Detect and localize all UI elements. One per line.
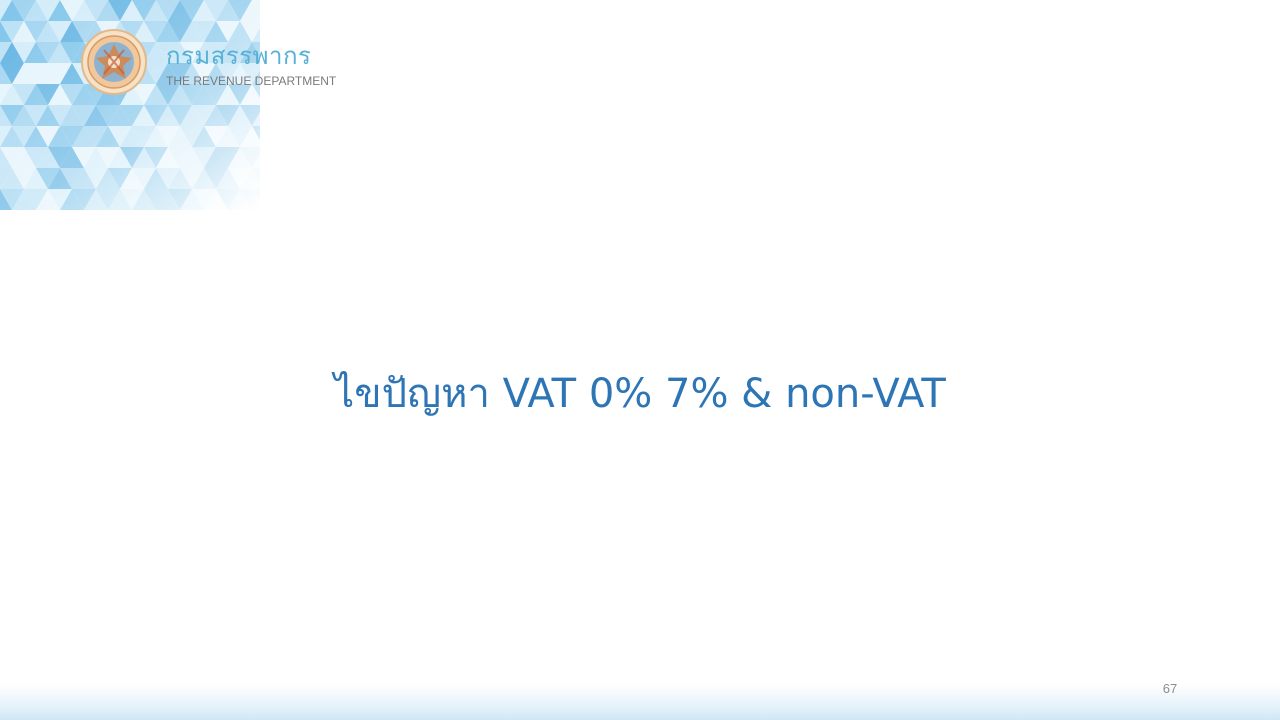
department-name-thai: กรมสรรพากร: [166, 42, 312, 70]
slide: กรมสรรพากร THE REVENUE DEPARTMENT ไขปัญห…: [0, 0, 1280, 720]
slide-title: ไขปัญหา VAT 0% 7% & non-VAT: [334, 371, 946, 417]
revenue-department-seal-icon: [81, 29, 147, 95]
footer-band: [0, 684, 1280, 720]
page-number: 67: [1162, 681, 1178, 696]
department-name-english: THE REVENUE DEPARTMENT: [166, 74, 337, 88]
header-logo: กรมสรรพากร THE REVENUE DEPARTMENT: [80, 28, 360, 100]
